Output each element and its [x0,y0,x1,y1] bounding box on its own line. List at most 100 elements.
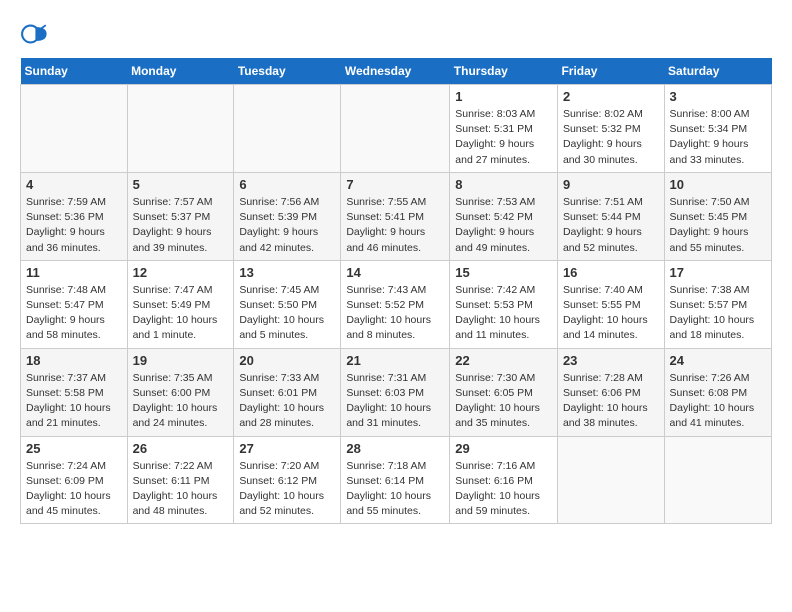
day-info: Sunrise: 8:02 AM Sunset: 5:32 PM Dayligh… [563,107,659,168]
day-cell: 28 Sunrise: 7:18 AM Sunset: 6:14 PM Dayli… [341,436,450,524]
day-cell [21,85,128,173]
day-cell: 7 Sunrise: 7:55 AM Sunset: 5:41 PM Daylig… [341,172,450,260]
day-cell: 23 Sunrise: 7:28 AM Sunset: 6:06 PM Dayli… [557,348,664,436]
day-cell: 9 Sunrise: 7:51 AM Sunset: 5:44 PM Daylig… [557,172,664,260]
day-number: 13 [239,265,335,280]
day-number: 6 [239,177,335,192]
day-info: Sunrise: 8:03 AM Sunset: 5:31 PM Dayligh… [455,107,552,168]
week-row-1: 1 Sunrise: 8:03 AM Sunset: 5:31 PM Daylig… [21,85,772,173]
day-info: Sunrise: 7:38 AM Sunset: 5:57 PM Dayligh… [670,283,766,344]
page-header [20,20,772,48]
day-cell: 26 Sunrise: 7:22 AM Sunset: 6:11 PM Dayli… [127,436,234,524]
day-cell: 22 Sunrise: 7:30 AM Sunset: 6:05 PM Dayli… [450,348,558,436]
calendar-header-row: SundayMondayTuesdayWednesdayThursdayFrid… [21,58,772,85]
day-info: Sunrise: 7:33 AM Sunset: 6:01 PM Dayligh… [239,371,335,432]
day-number: 21 [346,353,444,368]
col-header-wednesday: Wednesday [341,58,450,85]
day-number: 5 [133,177,229,192]
day-info: Sunrise: 7:26 AM Sunset: 6:08 PM Dayligh… [670,371,766,432]
col-header-saturday: Saturday [664,58,771,85]
day-cell: 4 Sunrise: 7:59 AM Sunset: 5:36 PM Daylig… [21,172,128,260]
day-info: Sunrise: 7:51 AM Sunset: 5:44 PM Dayligh… [563,195,659,256]
calendar-table: SundayMondayTuesdayWednesdayThursdayFrid… [20,58,772,524]
day-info: Sunrise: 7:56 AM Sunset: 5:39 PM Dayligh… [239,195,335,256]
day-number: 1 [455,89,552,104]
day-number: 29 [455,441,552,456]
day-number: 14 [346,265,444,280]
day-cell: 15 Sunrise: 7:42 AM Sunset: 5:53 PM Dayli… [450,260,558,348]
day-info: Sunrise: 7:57 AM Sunset: 5:37 PM Dayligh… [133,195,229,256]
day-cell [234,85,341,173]
day-number: 22 [455,353,552,368]
day-cell: 8 Sunrise: 7:53 AM Sunset: 5:42 PM Daylig… [450,172,558,260]
day-info: Sunrise: 8:00 AM Sunset: 5:34 PM Dayligh… [670,107,766,168]
day-cell [557,436,664,524]
day-cell: 21 Sunrise: 7:31 AM Sunset: 6:03 PM Dayli… [341,348,450,436]
day-info: Sunrise: 7:16 AM Sunset: 6:16 PM Dayligh… [455,459,552,520]
day-info: Sunrise: 7:55 AM Sunset: 5:41 PM Dayligh… [346,195,444,256]
day-number: 12 [133,265,229,280]
day-info: Sunrise: 7:50 AM Sunset: 5:45 PM Dayligh… [670,195,766,256]
week-row-5: 25Sunrise: 7:24 AM Sunset: 6:09 PM Dayli… [21,436,772,524]
col-header-sunday: Sunday [21,58,128,85]
day-info: Sunrise: 7:30 AM Sunset: 6:05 PM Dayligh… [455,371,552,432]
day-cell: 24Sunrise: 7:26 AM Sunset: 6:08 PM Dayli… [664,348,771,436]
day-number: 9 [563,177,659,192]
day-cell: 17 Sunrise: 7:38 AM Sunset: 5:57 PM Dayli… [664,260,771,348]
col-header-tuesday: Tuesday [234,58,341,85]
day-number: 17 [670,265,766,280]
day-cell: 16 Sunrise: 7:40 AM Sunset: 5:55 PM Dayli… [557,260,664,348]
day-info: Sunrise: 7:42 AM Sunset: 5:53 PM Dayligh… [455,283,552,344]
day-info: Sunrise: 7:22 AM Sunset: 6:11 PM Dayligh… [133,459,229,520]
day-cell: 18Sunrise: 7:37 AM Sunset: 5:58 PM Dayli… [21,348,128,436]
day-info: Sunrise: 7:40 AM Sunset: 5:55 PM Dayligh… [563,283,659,344]
day-number: 3 [670,89,766,104]
day-cell: 29 Sunrise: 7:16 AM Sunset: 6:16 PM Dayli… [450,436,558,524]
day-cell: 5 Sunrise: 7:57 AM Sunset: 5:37 PM Daylig… [127,172,234,260]
day-info: Sunrise: 7:45 AM Sunset: 5:50 PM Dayligh… [239,283,335,344]
week-row-4: 18Sunrise: 7:37 AM Sunset: 5:58 PM Dayli… [21,348,772,436]
day-cell: 20 Sunrise: 7:33 AM Sunset: 6:01 PM Dayli… [234,348,341,436]
day-number: 20 [239,353,335,368]
day-number: 23 [563,353,659,368]
day-info: Sunrise: 7:59 AM Sunset: 5:36 PM Dayligh… [26,195,122,256]
day-cell: 1 Sunrise: 8:03 AM Sunset: 5:31 PM Daylig… [450,85,558,173]
day-info: Sunrise: 7:37 AM Sunset: 5:58 PM Dayligh… [26,371,122,432]
logo-icon [20,20,48,48]
col-header-monday: Monday [127,58,234,85]
day-info: Sunrise: 7:48 AM Sunset: 5:47 PM Dayligh… [26,283,122,344]
day-number: 10 [670,177,766,192]
day-number: 7 [346,177,444,192]
day-cell: 6 Sunrise: 7:56 AM Sunset: 5:39 PM Daylig… [234,172,341,260]
day-info: Sunrise: 7:47 AM Sunset: 5:49 PM Dayligh… [133,283,229,344]
day-cell: 25Sunrise: 7:24 AM Sunset: 6:09 PM Dayli… [21,436,128,524]
day-number: 16 [563,265,659,280]
day-info: Sunrise: 7:35 AM Sunset: 6:00 PM Dayligh… [133,371,229,432]
day-cell: 27 Sunrise: 7:20 AM Sunset: 6:12 PM Dayli… [234,436,341,524]
day-info: Sunrise: 7:20 AM Sunset: 6:12 PM Dayligh… [239,459,335,520]
day-number: 2 [563,89,659,104]
day-info: Sunrise: 7:28 AM Sunset: 6:06 PM Dayligh… [563,371,659,432]
day-number: 27 [239,441,335,456]
day-number: 28 [346,441,444,456]
day-cell: 14Sunrise: 7:43 AM Sunset: 5:52 PM Dayli… [341,260,450,348]
day-cell [127,85,234,173]
day-info: Sunrise: 7:31 AM Sunset: 6:03 PM Dayligh… [346,371,444,432]
day-cell [341,85,450,173]
day-cell: 19Sunrise: 7:35 AM Sunset: 6:00 PM Dayli… [127,348,234,436]
day-info: Sunrise: 7:53 AM Sunset: 5:42 PM Dayligh… [455,195,552,256]
day-info: Sunrise: 7:24 AM Sunset: 6:09 PM Dayligh… [26,459,122,520]
day-number: 26 [133,441,229,456]
day-cell: 11 Sunrise: 7:48 AM Sunset: 5:47 PM Dayli… [21,260,128,348]
col-header-friday: Friday [557,58,664,85]
day-number: 15 [455,265,552,280]
day-cell: 2 Sunrise: 8:02 AM Sunset: 5:32 PM Daylig… [557,85,664,173]
day-number: 8 [455,177,552,192]
week-row-2: 4 Sunrise: 7:59 AM Sunset: 5:36 PM Daylig… [21,172,772,260]
day-info: Sunrise: 7:18 AM Sunset: 6:14 PM Dayligh… [346,459,444,520]
day-number: 4 [26,177,122,192]
day-cell: 10 Sunrise: 7:50 AM Sunset: 5:45 PM Dayli… [664,172,771,260]
logo [20,20,52,48]
day-cell: 3 Sunrise: 8:00 AM Sunset: 5:34 PM Daylig… [664,85,771,173]
day-number: 11 [26,265,122,280]
